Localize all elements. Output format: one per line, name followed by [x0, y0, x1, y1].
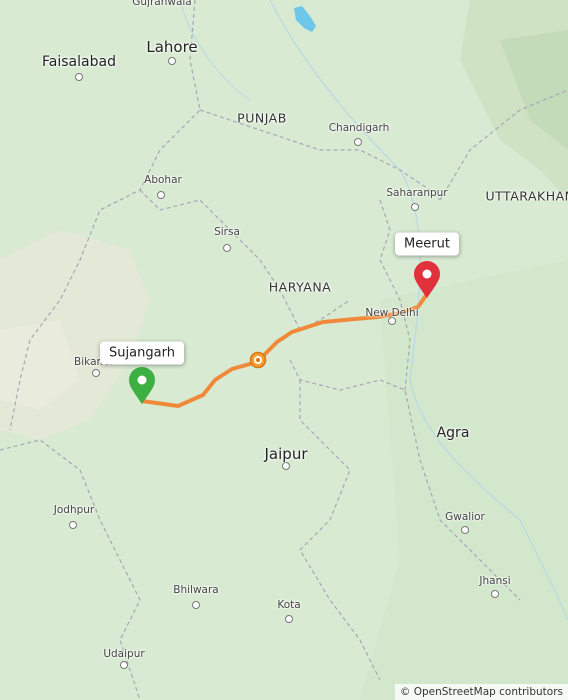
city-dot: [354, 138, 362, 146]
city-dot: [223, 244, 231, 252]
city-label: Kota: [277, 599, 301, 611]
city-label: New Delhi: [365, 307, 419, 319]
city-dot: [75, 73, 83, 81]
region-label: PUNJAB: [237, 110, 287, 126]
city-dot: [461, 526, 469, 534]
city-dot: [282, 462, 290, 470]
map-attribution[interactable]: © OpenStreetMap contributors: [394, 684, 568, 700]
city-dot: [157, 191, 165, 199]
city-dot: [92, 369, 100, 377]
city-label: Jhansi: [479, 575, 511, 587]
city-dot: [491, 590, 499, 598]
city-label: Saharanpur: [386, 187, 448, 199]
city-label: Chandigarh: [328, 122, 390, 134]
city-dot: [168, 57, 176, 65]
highway-shield-icon: [249, 351, 267, 369]
city-label: Jaipur: [264, 445, 308, 463]
city-label: Gwalior: [445, 511, 485, 523]
city-label: Udaipur: [103, 648, 145, 660]
region-label: UTTARAKHAN: [485, 188, 568, 204]
city-label: Bhilwara: [173, 584, 219, 596]
city-label: Jodhpur: [53, 504, 95, 516]
city-dot: [192, 601, 200, 609]
city-dot: [69, 521, 77, 529]
city-dot: [120, 661, 128, 669]
city-label: Agra: [436, 425, 470, 441]
origin-popup[interactable]: Sujangarh: [100, 341, 184, 365]
destination-popup[interactable]: Meerut: [395, 232, 459, 256]
region-label: HARYANA: [268, 279, 332, 295]
city-label: Lahore: [146, 38, 198, 56]
city-label: Faisalabad: [42, 54, 116, 70]
city-dot: [411, 203, 419, 211]
city-label: Sirsa: [214, 226, 240, 238]
city-dot: [285, 615, 293, 623]
city-label: Abohar: [144, 174, 182, 186]
map-canvas[interactable]: [0, 0, 568, 700]
city-label: Gujranwala: [132, 0, 192, 8]
